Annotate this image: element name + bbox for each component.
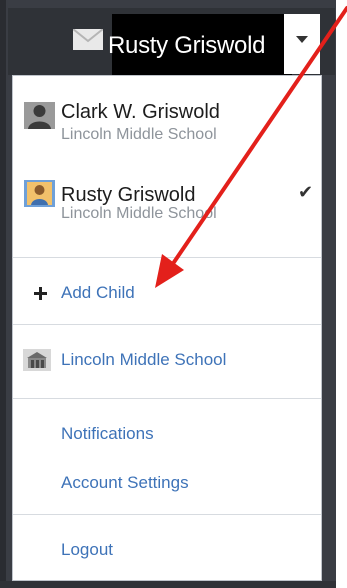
school-building-icon	[23, 349, 51, 371]
selected-check-icon: ✔	[298, 182, 314, 203]
mail-icon[interactable]	[73, 29, 103, 50]
account-name: Clark W. Griswold	[61, 101, 220, 123]
stage: Rusty Griswold Clark W. Griswold Lincoln…	[0, 0, 347, 588]
account-settings-link[interactable]: Account Settings	[13, 471, 321, 499]
account-school: Lincoln Middle School	[61, 126, 217, 143]
notifications-label: Notifications	[61, 424, 154, 443]
divider	[13, 398, 321, 399]
divider	[13, 514, 321, 515]
plus-icon	[34, 287, 48, 301]
divider	[13, 257, 321, 258]
user-menu-toggle-button[interactable]	[284, 14, 320, 74]
logout-link[interactable]: Logout	[13, 538, 321, 566]
menu-item-rusty-griswold[interactable]: Rusty Griswold Lincoln Middle School ✔	[13, 176, 321, 228]
notifications-link[interactable]: Notifications	[13, 422, 321, 450]
user-dropdown-menu: Clark W. Griswold Lincoln Middle School …	[12, 75, 322, 581]
header-user-name[interactable]: Rusty Griswold	[108, 32, 265, 60]
menu-item-clark-griswold[interactable]: Clark W. Griswold Lincoln Middle School	[13, 98, 321, 150]
account-school: Lincoln Middle School	[61, 205, 217, 222]
school-label: Lincoln Middle School	[61, 350, 227, 369]
school-link[interactable]: Lincoln Middle School	[13, 348, 321, 376]
account-settings-label: Account Settings	[61, 473, 189, 492]
add-child-label: Add Child	[61, 283, 135, 302]
person-silhouette-icon	[24, 102, 55, 129]
student-photo-icon	[24, 180, 55, 207]
logout-label: Logout	[61, 540, 113, 559]
account-name: Rusty Griswold	[61, 184, 196, 206]
add-child-link[interactable]: Add Child	[13, 281, 321, 309]
window-bottom-edge	[0, 581, 336, 588]
divider	[13, 324, 321, 325]
